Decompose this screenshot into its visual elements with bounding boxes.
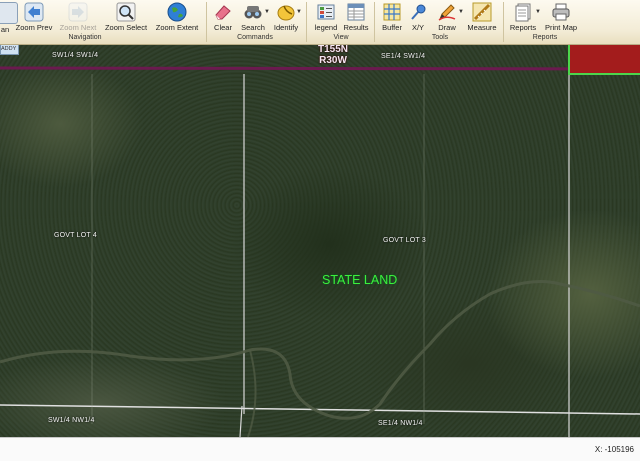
creek-branch: [247, 349, 257, 437]
buffer-icon: [382, 2, 402, 22]
map-overlay: [0, 66, 640, 437]
tools-group-label: Tools: [431, 34, 449, 41]
results-icon: [346, 2, 366, 22]
chevron-down-icon[interactable]: ▼: [458, 9, 464, 15]
selected-parcel[interactable]: [568, 44, 640, 75]
clear-button[interactable]: Clear: [210, 2, 236, 32]
coordinate-readout: X: -105196: [594, 445, 634, 454]
section-line: [239, 405, 243, 437]
measure-button[interactable]: Measure: [466, 2, 498, 32]
road-label: ADDY: [0, 44, 19, 55]
quarter-label: SW1/4 SW1/4: [52, 52, 99, 59]
buffer-button[interactable]: Buffer: [378, 2, 406, 32]
pencil-icon: [437, 2, 457, 22]
creek-line: [0, 280, 640, 420]
zoom-select-button[interactable]: Zoom Select: [101, 2, 151, 32]
zoom-prev-button[interactable]: Zoom Prev: [14, 2, 54, 32]
chevron-down-icon[interactable]: ▼: [535, 9, 541, 15]
arrow-right-icon: [68, 2, 88, 22]
identify-icon: [276, 2, 296, 22]
globe-icon: [167, 2, 187, 22]
zoom-extent-button[interactable]: Zoom Extent: [153, 2, 201, 32]
township-line: [0, 66, 640, 71]
binoculars-icon: [243, 2, 263, 22]
pan-button[interactable]: an: [0, 2, 18, 34]
zoom-next-button[interactable]: Zoom Next: [56, 2, 100, 32]
toolbar-ribbon: an Zoom Prev Zoom Next Zoom Select Zoom …: [0, 0, 640, 45]
quarter-label: SE1/4 NW1/4: [378, 420, 423, 427]
arrow-left-icon: [24, 2, 44, 22]
report-icon: [513, 2, 533, 22]
legend-icon: [316, 2, 336, 22]
results-button[interactable]: Results: [342, 2, 370, 32]
printer-icon: [551, 2, 571, 22]
ruler-icon: [472, 2, 492, 22]
draw-button[interactable]: Draw ▼: [432, 2, 464, 32]
identify-button[interactable]: Identify ▼: [270, 2, 302, 32]
navigation-group-label: Navigation: [68, 34, 102, 41]
separator: [206, 2, 207, 42]
govt-lot-label: GOVT LOT 3: [383, 237, 426, 244]
parcel-label: STATE LAND: [322, 273, 398, 287]
magnifier-icon: [116, 2, 136, 22]
chevron-down-icon[interactable]: ▼: [296, 9, 302, 15]
commands-group-label: Commands: [237, 34, 273, 41]
search-button[interactable]: Search ▼: [238, 2, 270, 32]
separator: [503, 2, 504, 42]
eraser-icon: [213, 2, 233, 22]
view-group-label: View: [333, 34, 349, 41]
pin-icon: [408, 2, 428, 22]
legend-button[interactable]: legend: [312, 2, 340, 32]
reports-group-label: Reports: [532, 34, 558, 41]
reports-button[interactable]: Reports ▼: [507, 2, 541, 32]
map-canvas[interactable]: ADDY T155N R30W SW1/4 SW1/4 SE1/4 SW1/4 …: [0, 44, 640, 437]
xy-button[interactable]: X/Y: [408, 2, 428, 32]
separator: [374, 2, 375, 42]
quarter-label: SE1/4 SW1/4: [381, 53, 426, 60]
township-range-label: T155N R30W: [318, 44, 349, 66]
print-map-button[interactable]: Print Map: [543, 2, 579, 32]
separator: [306, 2, 307, 42]
quarter-label: SW1/4 NW1/4: [48, 417, 95, 424]
status-bar: X: -105196: [0, 437, 640, 461]
govt-lot-label: GOVT LOT 4: [54, 232, 97, 239]
